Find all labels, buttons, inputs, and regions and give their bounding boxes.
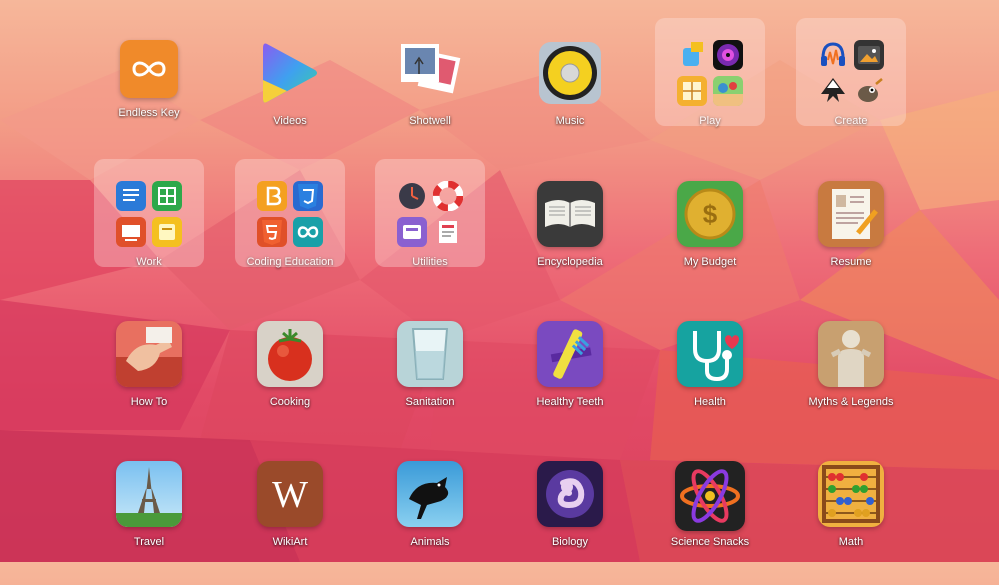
- folder-icon: [257, 181, 323, 247]
- svg-text:$: $: [703, 199, 718, 229]
- statue-icon: [818, 321, 884, 387]
- app-sanitation[interactable]: Sanitation: [365, 315, 495, 445]
- app-math[interactable]: Math: [786, 455, 916, 585]
- photos-icon: [397, 40, 463, 106]
- app-shotwell[interactable]: Shotwell: [365, 34, 495, 164]
- app-label: Healthy Teeth: [536, 396, 604, 408]
- bootstrap-icon: [257, 181, 287, 211]
- app-label: Travel: [133, 536, 165, 548]
- app-videos[interactable]: Videos: [225, 34, 355, 164]
- app-label: Sanitation: [405, 396, 455, 408]
- app-label: My Budget: [683, 256, 737, 268]
- folder-utilities[interactable]: Utilities: [365, 159, 495, 305]
- app-label: Biology: [551, 536, 589, 548]
- paint-bucket-icon: [677, 40, 707, 70]
- atom-icon: [675, 461, 745, 531]
- audacity-icon: [818, 40, 848, 70]
- wikiart-icon: W: [257, 461, 323, 527]
- app-wikiart[interactable]: W WikiArt: [225, 455, 355, 585]
- app-label: Animals: [410, 536, 450, 548]
- folder-play[interactable]: Play: [645, 18, 775, 164]
- inkscape-icon: [818, 76, 848, 106]
- app-science-snacks[interactable]: Science Snacks: [645, 455, 775, 585]
- folder-icon: [116, 181, 182, 247]
- app-label: Science Snacks: [670, 536, 750, 548]
- play-icon: [257, 40, 323, 106]
- impress-icon: [116, 217, 146, 247]
- folder-icon: [397, 181, 463, 247]
- app-travel[interactable]: Travel: [84, 455, 214, 585]
- glass-icon: [397, 321, 463, 387]
- app-label: Myths & Legends: [808, 396, 894, 408]
- toothbrush-icon: [537, 321, 603, 387]
- writer-icon: [116, 181, 146, 211]
- lifebuoy-icon: [433, 181, 463, 211]
- abacus-icon: [818, 461, 884, 527]
- app-grid: Endless Key Videos Shotwell Music Play C…: [0, 0, 999, 562]
- app-how-to[interactable]: How To: [84, 315, 214, 445]
- folder-coding-education[interactable]: Coding Education: [225, 159, 355, 305]
- gimp-icon: [854, 76, 884, 106]
- app-label: Endless Key: [118, 107, 180, 119]
- crossword-icon: [677, 76, 707, 106]
- image-viewer-icon: [854, 40, 884, 70]
- app-label: Math: [838, 536, 864, 548]
- app-label: Health: [694, 396, 726, 408]
- notes-icon: [152, 217, 182, 247]
- app-resume[interactable]: Resume: [786, 175, 916, 305]
- resume-icon: [818, 181, 884, 247]
- dollar-coin-icon: $: [677, 181, 743, 247]
- app-label: Music: [555, 115, 585, 127]
- app-label: Encyclopedia: [537, 256, 603, 268]
- app-label: Cooking: [269, 396, 311, 408]
- app-label: Resume: [830, 256, 872, 268]
- app-label: How To: [130, 396, 168, 408]
- app-animals[interactable]: Animals: [365, 455, 495, 585]
- vortex-icon: [713, 40, 743, 70]
- app-myths-legends[interactable]: Myths & Legends: [786, 315, 916, 445]
- speaker-icon: [537, 40, 603, 106]
- folder-work[interactable]: Work: [84, 159, 214, 305]
- app-biology[interactable]: Biology: [505, 455, 635, 585]
- app-label: WikiArt: [272, 536, 308, 548]
- html5-icon: [257, 217, 287, 247]
- embryo-icon: [537, 461, 603, 527]
- bird-icon: [397, 461, 463, 527]
- app-encyclopedia[interactable]: Encyclopedia: [505, 175, 635, 305]
- infinity-icon: [120, 40, 178, 98]
- folder-icon: [677, 40, 743, 106]
- clock-icon: [397, 181, 427, 211]
- eiffel-tower-icon: [116, 461, 182, 527]
- app-label: Shotwell: [409, 115, 451, 127]
- hand-icon: [116, 321, 182, 387]
- svg-text:W: W: [272, 474, 308, 516]
- app-healthy-teeth[interactable]: Healthy Teeth: [505, 315, 635, 445]
- app-endless-key[interactable]: Endless Key: [84, 34, 214, 164]
- app-music[interactable]: Music: [505, 34, 635, 164]
- arduino-icon: [293, 217, 323, 247]
- book-icon: [537, 181, 603, 247]
- app-health[interactable]: Health: [645, 315, 775, 445]
- css3-icon: [293, 181, 323, 211]
- screenshot-icon: [397, 217, 427, 247]
- stethoscope-icon: [677, 321, 743, 387]
- app-label: Videos: [273, 115, 307, 127]
- app-my-budget[interactable]: $ My Budget: [645, 175, 775, 305]
- calc-icon: [152, 181, 182, 211]
- folder-create[interactable]: Create: [786, 18, 916, 164]
- tomato-icon: [257, 321, 323, 387]
- app-cooking[interactable]: Cooking: [225, 315, 355, 445]
- snake-game-icon: [713, 76, 743, 106]
- document-viewer-icon: [433, 217, 463, 247]
- folder-icon: [818, 40, 884, 106]
